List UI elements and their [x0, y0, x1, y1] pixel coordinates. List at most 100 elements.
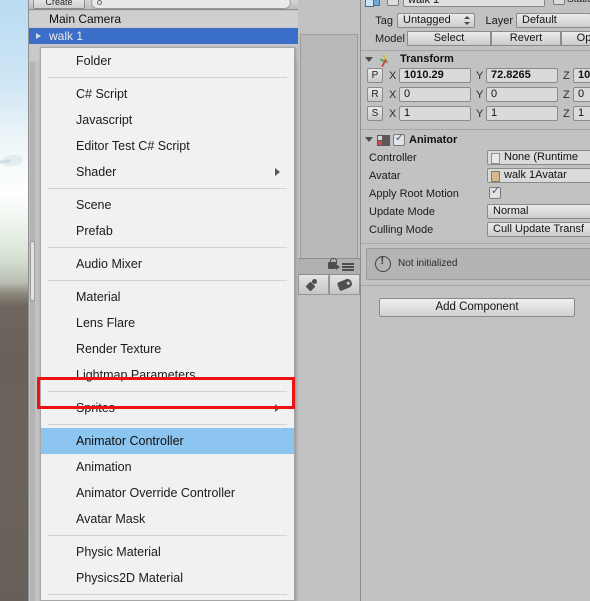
transform-component-header[interactable]: Transform	[361, 52, 590, 69]
menu-item-animator-controller[interactable]: Animator Controller	[41, 428, 294, 454]
menu-separator	[48, 535, 287, 536]
menu-item-shader[interactable]: Shader	[41, 159, 294, 185]
scene-view[interactable]	[0, 0, 28, 601]
model-label: Model	[375, 33, 405, 45]
avatar-asset-icon	[491, 171, 500, 182]
culling-mode-label: Culling Mode	[369, 224, 434, 236]
foldout-triangle-icon[interactable]	[365, 57, 373, 62]
scale-y-input[interactable]: 1	[486, 106, 558, 121]
pos-y-label: Y	[476, 70, 484, 82]
menu-item-folder[interactable]: Folder	[41, 48, 294, 74]
menu-item-lens-flare[interactable]: Lens Flare	[41, 310, 294, 336]
scl-z-label: Z	[563, 108, 570, 120]
position-z-input[interactable]: 103	[573, 68, 590, 83]
position-button[interactable]: P	[367, 68, 383, 83]
position-x-input[interactable]: 1010.29	[399, 68, 471, 83]
static-label: Static	[567, 0, 590, 5]
warning-icon	[375, 255, 391, 272]
scl-y-label: Y	[476, 108, 484, 120]
menu-item-audio-mixer[interactable]: Audio Mixer	[41, 251, 294, 277]
menu-item-prefab[interactable]: Prefab	[41, 218, 294, 244]
culling-mode-dropdown[interactable]: Cull Update Transf	[487, 222, 590, 237]
tag-tool-button[interactable]	[329, 275, 360, 295]
menu-item-animation[interactable]: Animation	[41, 454, 294, 480]
gameobject-enabled-checkbox[interactable]	[387, 0, 399, 6]
animator-enabled-checkbox[interactable]	[393, 131, 405, 146]
rotation-y-input[interactable]: 0	[486, 87, 558, 102]
paint-tool-button[interactable]	[298, 275, 329, 295]
divider	[361, 50, 590, 51]
expand-triangle-icon[interactable]	[36, 33, 41, 39]
model-revert-button[interactable]: Revert	[491, 31, 561, 46]
rotation-button[interactable]: R	[367, 87, 383, 102]
layer-dropdown[interactable]: Default	[516, 13, 590, 28]
menu-item-lightmap-parameters[interactable]: Lightmap Parameters	[41, 362, 294, 388]
transform-icon	[378, 53, 392, 67]
hierarchy-item-main-camera[interactable]: Main Camera	[29, 11, 299, 28]
pos-z-label: Z	[563, 70, 570, 82]
position-y-input[interactable]: 72.8265	[486, 68, 558, 83]
animator-culling-mode-row: Culling Mode Cull Update Transf	[361, 222, 590, 240]
rotation-z-input[interactable]: 0	[573, 87, 590, 102]
hierarchy-item-walk-1[interactable]: walk 1	[29, 28, 299, 45]
create-button[interactable]: Create	[33, 0, 85, 9]
gameobject-icon	[365, 0, 382, 10]
transform-rotation-row: R X 0 Y 0 Z 0	[361, 87, 590, 105]
project-panel-gutter	[298, 0, 360, 601]
menu-separator	[48, 391, 287, 392]
static-checkbox[interactable]	[553, 0, 565, 5]
animator-update-mode-row: Update Mode Normal	[361, 204, 590, 222]
update-mode-dropdown[interactable]: Normal	[487, 204, 590, 219]
scale-button[interactable]: S	[367, 106, 383, 121]
divider	[361, 129, 590, 130]
hierarchy-item-label: Main Camera	[49, 12, 122, 26]
menu-item-avatar-mask[interactable]: Avatar Mask	[41, 506, 294, 532]
hierarchy-search-input[interactable]	[91, 0, 291, 9]
hierarchy-scrollbar[interactable]	[30, 11, 35, 601]
menu-item-render-texture[interactable]: Render Texture	[41, 336, 294, 362]
menu-item-scene[interactable]: Scene	[41, 192, 294, 218]
inspector-name-row: walk 1 Static	[361, 0, 590, 12]
add-component-button[interactable]: Add Component	[379, 298, 575, 317]
controller-object-field[interactable]: None (Runtime	[487, 150, 590, 165]
inspector-panel: walk 1 Static Tag Untagged Layer Default…	[360, 0, 590, 601]
apply-root-motion-checkbox[interactable]	[489, 184, 501, 199]
menu-item-sprites[interactable]: Sprites	[41, 395, 294, 421]
gameobject-name-input[interactable]: walk 1	[403, 0, 545, 7]
pos-x-label: X	[389, 70, 397, 82]
model-open-button[interactable]: Op	[561, 31, 590, 46]
menu-item-csharp-script[interactable]: C# Script	[41, 81, 294, 107]
submenu-arrow-icon	[275, 404, 280, 412]
rot-z-label: Z	[563, 89, 570, 101]
tag-label: Tag	[375, 15, 393, 27]
tag-dropdown[interactable]: Untagged	[397, 13, 475, 28]
animator-controller-row: Controller None (Runtime	[361, 150, 590, 168]
divider	[361, 243, 590, 244]
menu-item-editor-test-csharp-script[interactable]: Editor Test C# Script	[41, 133, 294, 159]
tag-tool-icon	[336, 277, 354, 292]
apply-root-motion-label: Apply Root Motion	[369, 188, 459, 200]
rotation-x-input[interactable]: 0	[399, 87, 471, 102]
lock-icon[interactable]	[328, 258, 337, 269]
update-mode-label: Update Mode	[369, 206, 436, 218]
menu-item-physic-material[interactable]: Physic Material	[41, 539, 294, 565]
menu-item-physics2d-material[interactable]: Physics2D Material	[41, 565, 294, 591]
avatar-object-field[interactable]: walk 1Avatar	[487, 168, 590, 183]
menu-separator	[48, 247, 287, 248]
menu-item-javascript[interactable]: Javascript	[41, 107, 294, 133]
submenu-arrow-icon	[275, 168, 280, 176]
rot-x-label: X	[389, 89, 397, 101]
culling-mode-value: Cull Update Transf	[493, 223, 585, 235]
foldout-triangle-icon[interactable]	[365, 137, 373, 142]
scrollbar-thumb[interactable]	[30, 241, 35, 301]
paint-tool-icon	[307, 279, 318, 290]
scale-x-input[interactable]: 1	[399, 106, 471, 121]
hamburger-menu-icon[interactable]	[336, 263, 354, 271]
tag-value: Untagged	[403, 14, 451, 26]
menu-item-animator-override-controller[interactable]: Animator Override Controller	[41, 480, 294, 506]
animator-component-header[interactable]: Animator	[361, 131, 590, 149]
model-select-button[interactable]: Select	[407, 31, 491, 46]
notice-text: Not initialized	[398, 258, 458, 269]
scale-z-input[interactable]: 1	[573, 106, 590, 121]
menu-item-material[interactable]: Material	[41, 284, 294, 310]
